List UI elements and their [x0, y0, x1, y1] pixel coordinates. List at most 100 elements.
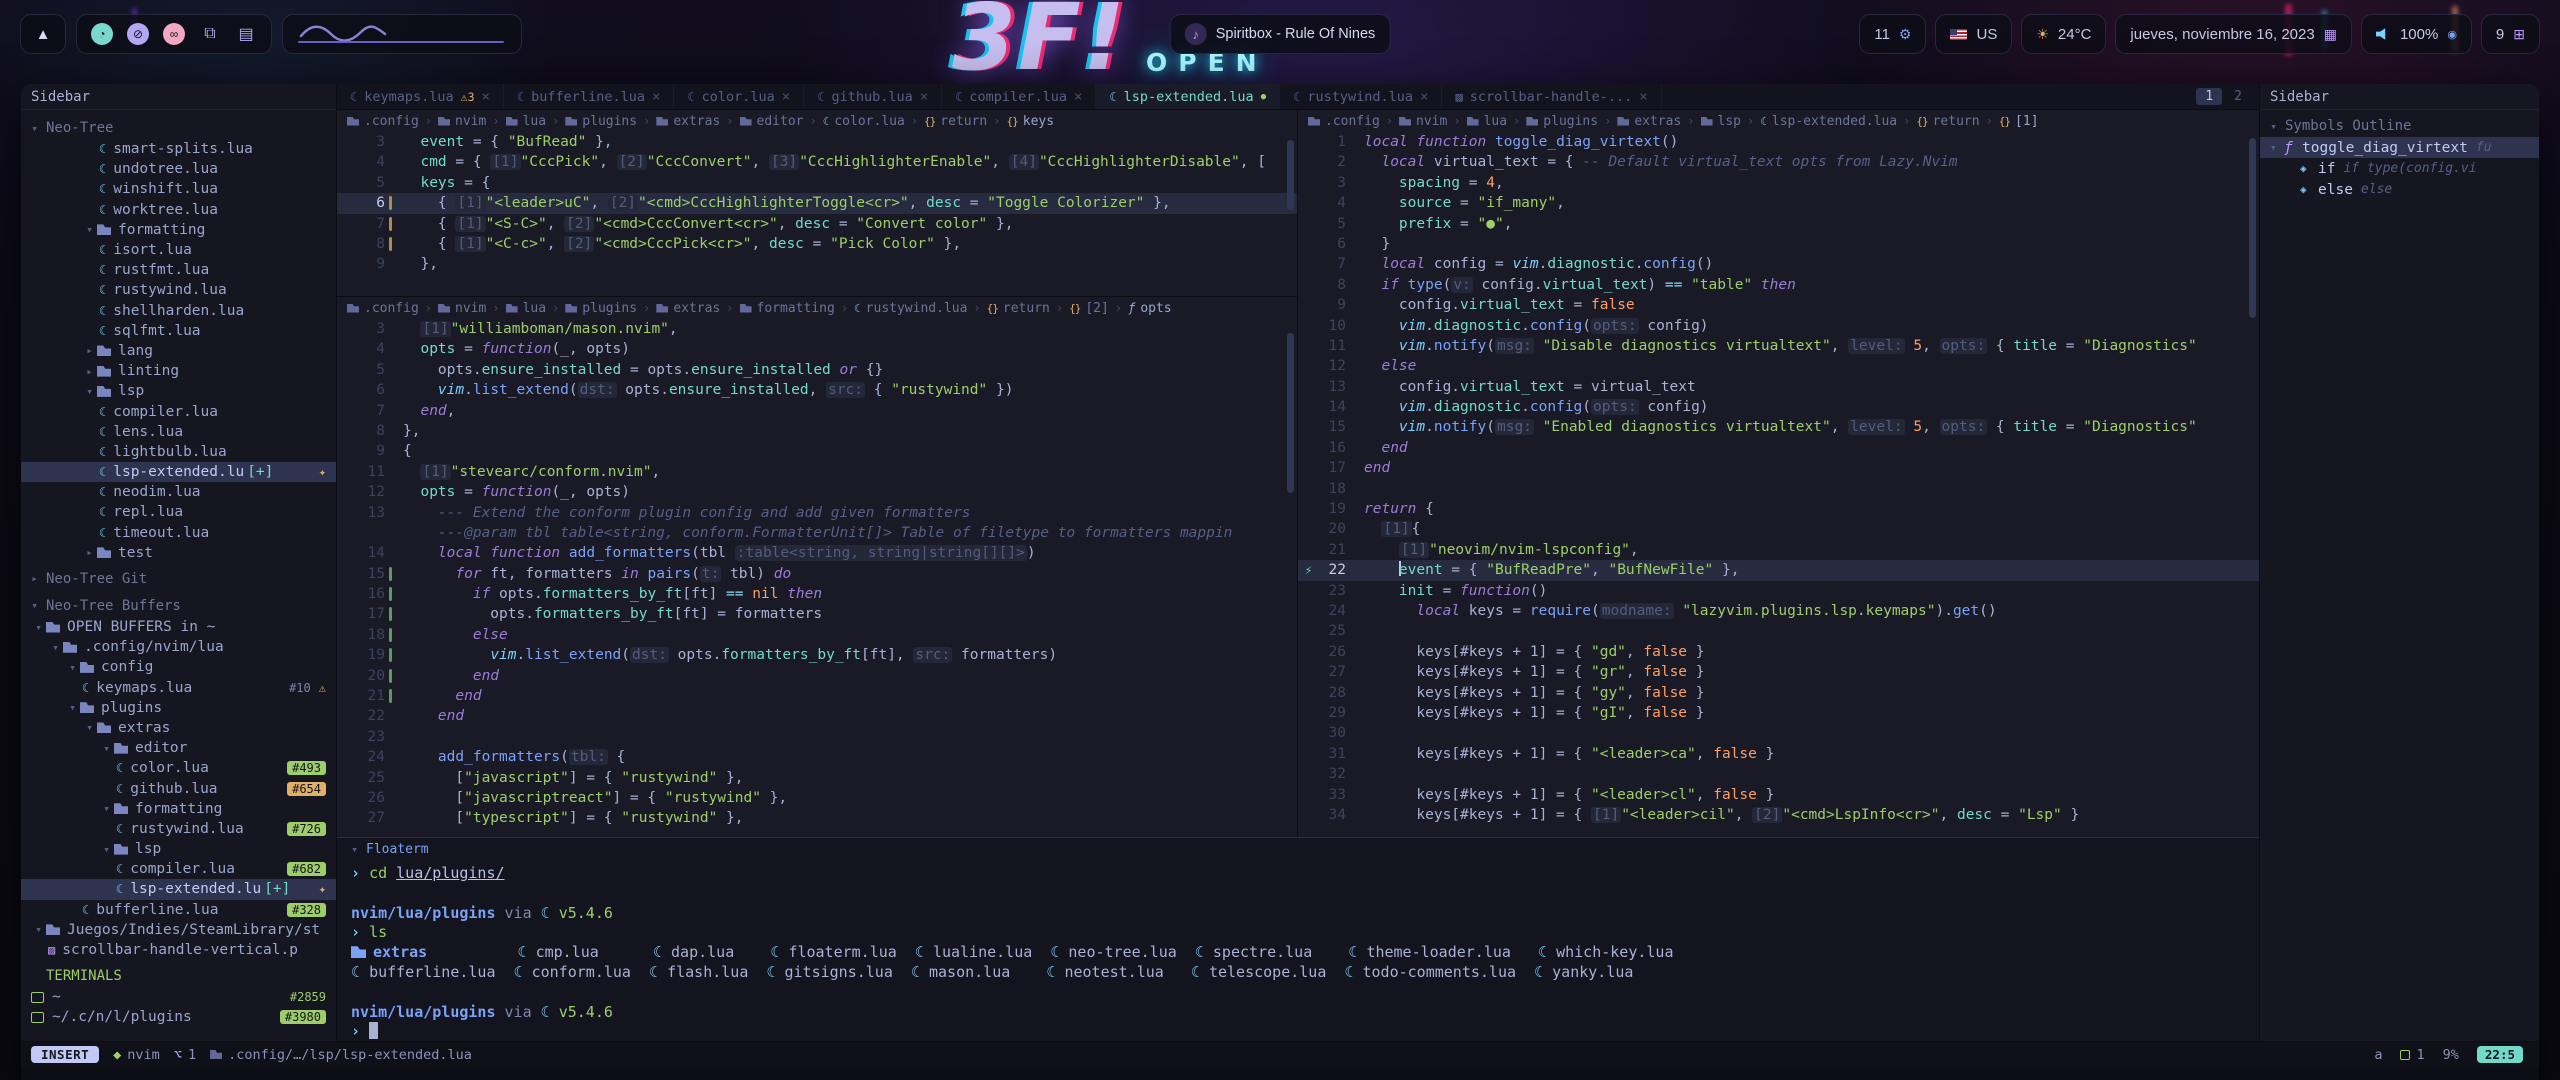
outline-item-if[interactable]: ◈ifif type(config.vi — [2260, 158, 2539, 179]
close-icon[interactable]: × — [1639, 89, 1647, 105]
keyboard-layout-widget[interactable]: US — [1935, 14, 2012, 54]
close-icon[interactable]: × — [782, 89, 790, 105]
tree-item[interactable]: ▾lsp — [21, 381, 336, 401]
code-line[interactable]: 14 local function add_formatters(tbl :ta… — [337, 543, 1297, 563]
breadcrumb-item[interactable]: [1] — [2015, 114, 2038, 129]
close-icon[interactable]: × — [920, 89, 928, 105]
code-line[interactable]: 33 keys[#keys + 1] = { "<leader>cl", fal… — [1298, 785, 2259, 805]
clipboard-button[interactable]: ⧉ — [199, 23, 221, 45]
close-icon[interactable]: × — [652, 89, 660, 105]
code-line[interactable]: 17end — [1298, 458, 2259, 478]
breadcrumb-item[interactable]: .config — [1325, 114, 1380, 129]
tree-item[interactable]: ▾formatting — [21, 220, 336, 240]
dnd-button[interactable]: ⊘ — [127, 23, 149, 45]
tree-item[interactable]: ☾compiler.lua — [21, 401, 336, 421]
code-line[interactable]: 21 [1]"neovim/nvim-lspconfig", — [1298, 540, 2259, 560]
code-line[interactable]: 18 — [1298, 479, 2259, 499]
notes-button[interactable]: ▤ — [235, 23, 257, 45]
code-line[interactable]: 26 keys[#keys + 1] = { "gd", false } — [1298, 642, 2259, 662]
breadcrumb-item[interactable]: rustywind.lua — [866, 301, 968, 316]
code-line[interactable]: 27 ["typescript"] = { "rustywind" }, — [337, 808, 1297, 828]
scrollbar-handle[interactable] — [2249, 138, 2256, 318]
tree-item[interactable]: ▾config — [21, 657, 336, 677]
code-line[interactable]: 21 end — [337, 686, 1297, 706]
tree-section-neo-tree-git[interactable]: ▸Neo-Tree Git — [21, 568, 336, 590]
tree-item[interactable]: ▾extras — [21, 718, 336, 738]
tree-item[interactable]: ☾sqlfmt.lua — [21, 321, 336, 341]
tree-item[interactable]: ▾editor — [21, 738, 336, 758]
close-icon[interactable]: × — [1074, 89, 1082, 105]
tree-item[interactable]: ☾winshift.lua — [21, 179, 336, 199]
tab-compiler-lua[interactable]: ☾compiler.lua× — [942, 84, 1096, 109]
code-line[interactable]: 25 ["javascript"] = { "rustywind" }, — [337, 768, 1297, 788]
breadcrumb-item[interactable]: plugins — [582, 301, 637, 316]
breadcrumb-item[interactable]: nvim — [455, 301, 486, 316]
code-line[interactable]: 5 prefix = "●", — [1298, 214, 2259, 234]
breadcrumb-item[interactable]: return — [1933, 114, 1980, 129]
code-line[interactable]: 16 if opts.formatters_by_ft[ft] == nil t… — [337, 584, 1297, 604]
tree-item[interactable]: ▸lang — [21, 341, 336, 361]
tree-item[interactable]: ▸test — [21, 543, 336, 563]
code-line[interactable]: 30 — [1298, 723, 2259, 743]
code-line[interactable]: 7 { [1]"<S-C>", [2]"<cmd>CccConvert<cr>"… — [337, 214, 1297, 234]
updates-widget[interactable]: 11⚙ — [1859, 14, 1926, 54]
code-line[interactable]: 5 opts.ensure_installed = opts.ensure_in… — [337, 360, 1297, 380]
breadcrumb-item[interactable]: return — [940, 114, 987, 129]
code-line[interactable]: 9{ — [337, 441, 1297, 461]
breadcrumb-item[interactable]: return — [1003, 301, 1050, 316]
tree-item[interactable]: ☾github.lua#654 — [21, 778, 336, 798]
tree-item[interactable]: ☾rustfmt.lua — [21, 260, 336, 280]
scrollbar-handle[interactable] — [1287, 333, 1294, 493]
code-line[interactable]: 26 ["javascriptreact"] = { "rustywind" }… — [337, 788, 1297, 808]
breadcrumb-item[interactable]: lua — [1484, 114, 1507, 129]
code-line[interactable]: 24 add_formatters(tbl: { — [337, 747, 1297, 767]
tree-item[interactable]: ~#2859 — [21, 987, 336, 1007]
tree-item[interactable]: ▾OPEN BUFFERS in ~ — [21, 617, 336, 637]
breadcrumb-item[interactable]: editor — [757, 114, 804, 129]
tab-github-lua[interactable]: ☾github.lua× — [804, 84, 942, 109]
close-icon[interactable]: × — [482, 89, 490, 105]
code-line[interactable]: 23 init = function() — [1298, 581, 2259, 601]
tree-item[interactable]: ☾shellharden.lua — [21, 301, 336, 321]
volume-widget[interactable]: 100%◉ — [2361, 14, 2472, 54]
weather-widget[interactable]: ☀24°C — [2021, 14, 2106, 54]
code-line[interactable]: 17 opts.formatters_by_ft[ft] = formatter… — [337, 604, 1297, 624]
breadcrumb-item[interactable]: opts — [1140, 301, 1171, 316]
code-line[interactable]: 22 end — [337, 706, 1297, 726]
code-line[interactable]: 20 end — [337, 666, 1297, 686]
code-line[interactable]: 9 }, — [337, 254, 1297, 274]
breadcrumb-item[interactable]: lua — [523, 301, 546, 316]
tab-rustywind-lua[interactable]: ☾rustywind.lua× — [1280, 84, 1442, 109]
tabpage-1[interactable]: 1 — [2196, 88, 2222, 105]
tab-color-lua[interactable]: ☾color.lua× — [674, 84, 804, 109]
code-line[interactable]: 19return { — [1298, 499, 2259, 519]
code-line[interactable]: 32 — [1298, 764, 2259, 784]
code-line[interactable]: 6 } — [1298, 234, 2259, 254]
close-icon[interactable]: × — [1420, 89, 1428, 105]
outline-item-toggle_diag_virtext[interactable]: ▾ƒtoggle_diag_virtextfu — [2260, 137, 2539, 158]
breadcrumb-item[interactable]: lsp-extended.lua — [1772, 114, 1897, 129]
code-line[interactable]: 6 { [1]"<leader>uC", [2]"<cmd>CccHighlig… — [337, 193, 1297, 213]
media-widget[interactable]: ♪ Spiritbox - Rule Of Nines — [1170, 14, 1391, 54]
editor-pane-color[interactable]: .config›nvim›lua›plugins›extras›editor›☾… — [337, 110, 1297, 297]
tree-item[interactable]: ▾plugins — [21, 698, 336, 718]
code-line[interactable]: 2 local virtual_text = { -- Default virt… — [1298, 152, 2259, 172]
tree-section-neo-tree-buffers[interactable]: ▾Neo-Tree Buffers — [21, 595, 336, 617]
code-line[interactable]: 12 else — [1298, 356, 2259, 376]
breadcrumb-item[interactable]: formatting — [757, 301, 835, 316]
tree-item[interactable]: ☾keymaps.lua#10⚠ — [21, 678, 336, 698]
tree-item[interactable]: ▸linting — [21, 361, 336, 381]
tab-lsp-extended-lua[interactable]: ☾lsp-extended.lua● — [1096, 84, 1280, 109]
breadcrumb-item[interactable]: .config — [364, 114, 419, 129]
code-line[interactable]: 7 local config = vim.diagnostic.config() — [1298, 254, 2259, 274]
date-widget[interactable]: jueves, noviembre 16, 2023▦ — [2115, 14, 2352, 54]
tree-item[interactable]: ☾isort.lua — [21, 240, 336, 260]
tree-item[interactable]: ☾lsp-extended.lu[+]✦ — [21, 462, 336, 482]
code-line[interactable]: 11 vim.notify(msg: "Disable diagnostics … — [1298, 336, 2259, 356]
breadcrumb-item[interactable]: plugins — [1543, 114, 1598, 129]
tree-item[interactable]: ☾repl.lua — [21, 502, 336, 522]
tree-item[interactable]: ☾neodim.lua — [21, 482, 336, 502]
tree-item[interactable]: ▾lsp — [21, 839, 336, 859]
scrollbar-handle[interactable] — [1287, 140, 1294, 210]
tree-item[interactable]: ☾undotree.lua — [21, 159, 336, 179]
